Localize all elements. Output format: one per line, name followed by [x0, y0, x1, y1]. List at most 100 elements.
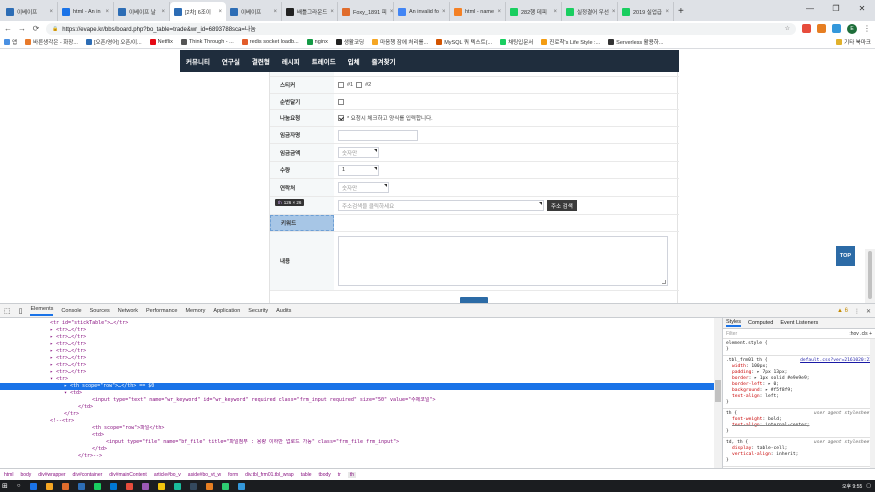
devtools-tab[interactable]: Performance: [146, 308, 178, 314]
content-textarea[interactable]: [338, 236, 668, 286]
device-toolbar-icon[interactable]: ▯: [19, 307, 23, 315]
breadcrumb-item[interactable]: div.tbl_frm01.tbl_wrap: [245, 472, 294, 478]
tab-close-icon[interactable]: ×: [49, 9, 53, 15]
taskbar-app-icon[interactable]: [237, 482, 245, 490]
taskbar-app-icon[interactable]: [157, 482, 165, 490]
breadcrumb-item[interactable]: div#mainContent: [109, 472, 147, 478]
tab-close-icon[interactable]: ×: [442, 9, 446, 15]
nav-item[interactable]: 커뮤니티: [186, 56, 222, 66]
breadcrumb-item[interactable]: div#container: [73, 472, 103, 478]
browser-tab[interactable]: 이베이프 ×: [2, 2, 58, 21]
search-icon[interactable]: ○: [17, 483, 21, 489]
dom-node-line[interactable]: ▸ <tr>…</tr>: [0, 369, 714, 376]
taskbar-app-icon[interactable]: [29, 482, 37, 490]
taskbar-app-icon[interactable]: [61, 482, 69, 490]
new-tab-icon[interactable]: +: [678, 6, 684, 17]
breadcrumb-item[interactable]: div#wrapper: [38, 472, 65, 478]
devtools-menu-icon[interactable]: ⋮: [854, 308, 860, 315]
taskbar-app-icon[interactable]: [93, 482, 101, 490]
tab-close-icon[interactable]: ×: [497, 9, 501, 15]
breadcrumb-item[interactable]: article#bo_v: [154, 472, 181, 478]
nav-item[interactable]: 레시피: [282, 56, 312, 66]
style-source[interactable]: default.css?ver=2161020:22: [800, 358, 872, 364]
nav-item[interactable]: 입체: [348, 56, 372, 66]
amount-input[interactable]: 숫자만: [338, 147, 379, 158]
extension-icon[interactable]: [802, 24, 811, 33]
dom-node-line[interactable]: ▾ <tr>: [0, 376, 714, 383]
browser-tab[interactable]: html - An in ×: [58, 2, 114, 21]
dom-node-line[interactable]: ▸ <tr>…</tr>: [0, 355, 714, 362]
breadcrumb-item[interactable]: tbody: [319, 472, 331, 478]
bookmark-item[interactable]: Serverless 활용하...: [608, 38, 663, 46]
devtools-tab[interactable]: Audits: [276, 308, 291, 314]
address-search-button[interactable]: 주소 검색: [547, 200, 577, 211]
tab-close-icon[interactable]: ×: [665, 9, 669, 15]
contact-input[interactable]: 숫자만: [338, 182, 389, 193]
devtools-tab[interactable]: Memory: [185, 308, 205, 314]
devtools-tab[interactable]: Console: [61, 308, 81, 314]
windows-start-icon[interactable]: ⊞: [2, 482, 8, 490]
elements-tree[interactable]: <tr id="stickTable">…</tr> ▸ <tr>…</tr> ▸ …: [0, 318, 722, 468]
tab-close-icon[interactable]: ×: [390, 9, 393, 15]
bookmark-item[interactable]: MySQL 쿼 텍스트(...: [436, 38, 492, 46]
bookmark-item[interactable]: 채팅입문서: [500, 38, 533, 46]
browser-tab[interactable]: 282행 데피 ×: [506, 2, 562, 21]
taskbar-app-icon[interactable]: [221, 482, 229, 490]
tab-close-icon[interactable]: ×: [330, 9, 334, 15]
dom-node-line[interactable]: </tr>: [0, 411, 714, 418]
devtools-tab[interactable]: Security: [248, 308, 268, 314]
tab-close-icon[interactable]: ×: [553, 9, 557, 15]
bookmark-item[interactable]: 진로착's Life Style :...: [541, 38, 600, 46]
warnings-badge[interactable]: ▲ 6: [837, 308, 848, 314]
sticker-2-checkbox[interactable]: [356, 82, 363, 88]
bookmark-item[interactable]: 마음챙 잠에 처리를...: [372, 38, 428, 46]
bookmark-item[interactable]: 생활코딩: [335, 38, 364, 46]
breadcrumb-item[interactable]: tr: [338, 472, 341, 478]
browser-tab[interactable]: 이베이프 날 ×: [114, 2, 170, 21]
styles-filter[interactable]: Filter :hov .cls +: [723, 329, 875, 339]
dom-node-line[interactable]: ▸ <th scope="row">…</th> == $0: [0, 383, 714, 390]
dom-node-line[interactable]: ▸ <tr>…</tr>: [0, 334, 714, 341]
extension-icon[interactable]: [817, 24, 826, 33]
devtools-tab[interactable]: Network: [118, 308, 138, 314]
browser-tab[interactable]: An invalid fo ×: [394, 2, 450, 21]
breadcrumb-item[interactable]: table: [301, 472, 312, 478]
tab-close-icon[interactable]: ×: [161, 9, 165, 15]
immediate-checkbox[interactable]: [338, 98, 344, 105]
sticker-1-checkbox[interactable]: [338, 82, 344, 88]
dom-node-line[interactable]: ▾ <td>: [0, 390, 714, 397]
dom-node-line[interactable]: <input type="text" name="wr_keyword" id=…: [0, 397, 714, 404]
browser-tab[interactable]: 실정결어 우선 ×: [562, 2, 618, 21]
url-text[interactable]: https://evape.kr/bbs/board.php?bo_table=…: [62, 24, 256, 33]
bookmark-item[interactable]: [오픈/영어] 오픈/이...: [85, 38, 142, 46]
address-input[interactable]: 주소검색을 클릭하세요: [338, 200, 544, 211]
styles-tab[interactable]: Computed: [748, 320, 773, 326]
quantity-input[interactable]: 1: [338, 164, 379, 176]
browser-tab[interactable]: html - name ×: [450, 2, 506, 21]
tab-close-icon[interactable]: ×: [218, 9, 222, 15]
nav-item[interactable]: 트레이드: [312, 56, 348, 66]
taskbar-app-icon[interactable]: [173, 482, 181, 490]
devtools-tab[interactable]: Elements: [30, 306, 54, 316]
nav-item[interactable]: 즐겨찾기: [372, 56, 408, 66]
nav-item[interactable]: 결련형: [252, 56, 282, 66]
browser-tab[interactable]: Foxy_1891 피 ×: [338, 2, 394, 21]
breadcrumb-item[interactable]: th: [347, 472, 357, 478]
dom-node-line[interactable]: ▸ <tr>…</tr>: [0, 348, 714, 355]
taskbar-app-icon[interactable]: [45, 482, 53, 490]
dom-node-line[interactable]: <tr id="stickTable">…</tr>: [0, 320, 714, 327]
lender-name-input[interactable]: [338, 129, 418, 141]
taskbar-app-icon[interactable]: [189, 482, 197, 490]
browser-tab[interactable]: 2019 실업급 ×: [618, 2, 674, 21]
bookmark-item[interactable]: redis socket loadb...: [241, 39, 299, 45]
breadcrumb-item[interactable]: form: [228, 472, 238, 478]
profile-avatar[interactable]: E: [847, 23, 857, 34]
styles-tab[interactable]: Event Listeners: [780, 320, 818, 326]
taskbar-app-icon[interactable]: [125, 482, 133, 490]
bookmark-item[interactable]: 앱: [4, 38, 17, 46]
menu-icon[interactable]: ⋮: [863, 24, 871, 33]
dom-node-line[interactable]: ▸ <tr>…</tr>: [0, 327, 714, 334]
taskbar-app-icon[interactable]: [109, 482, 117, 490]
back-icon[interactable]: ←: [4, 24, 12, 33]
tab-close-icon[interactable]: ×: [273, 9, 277, 15]
